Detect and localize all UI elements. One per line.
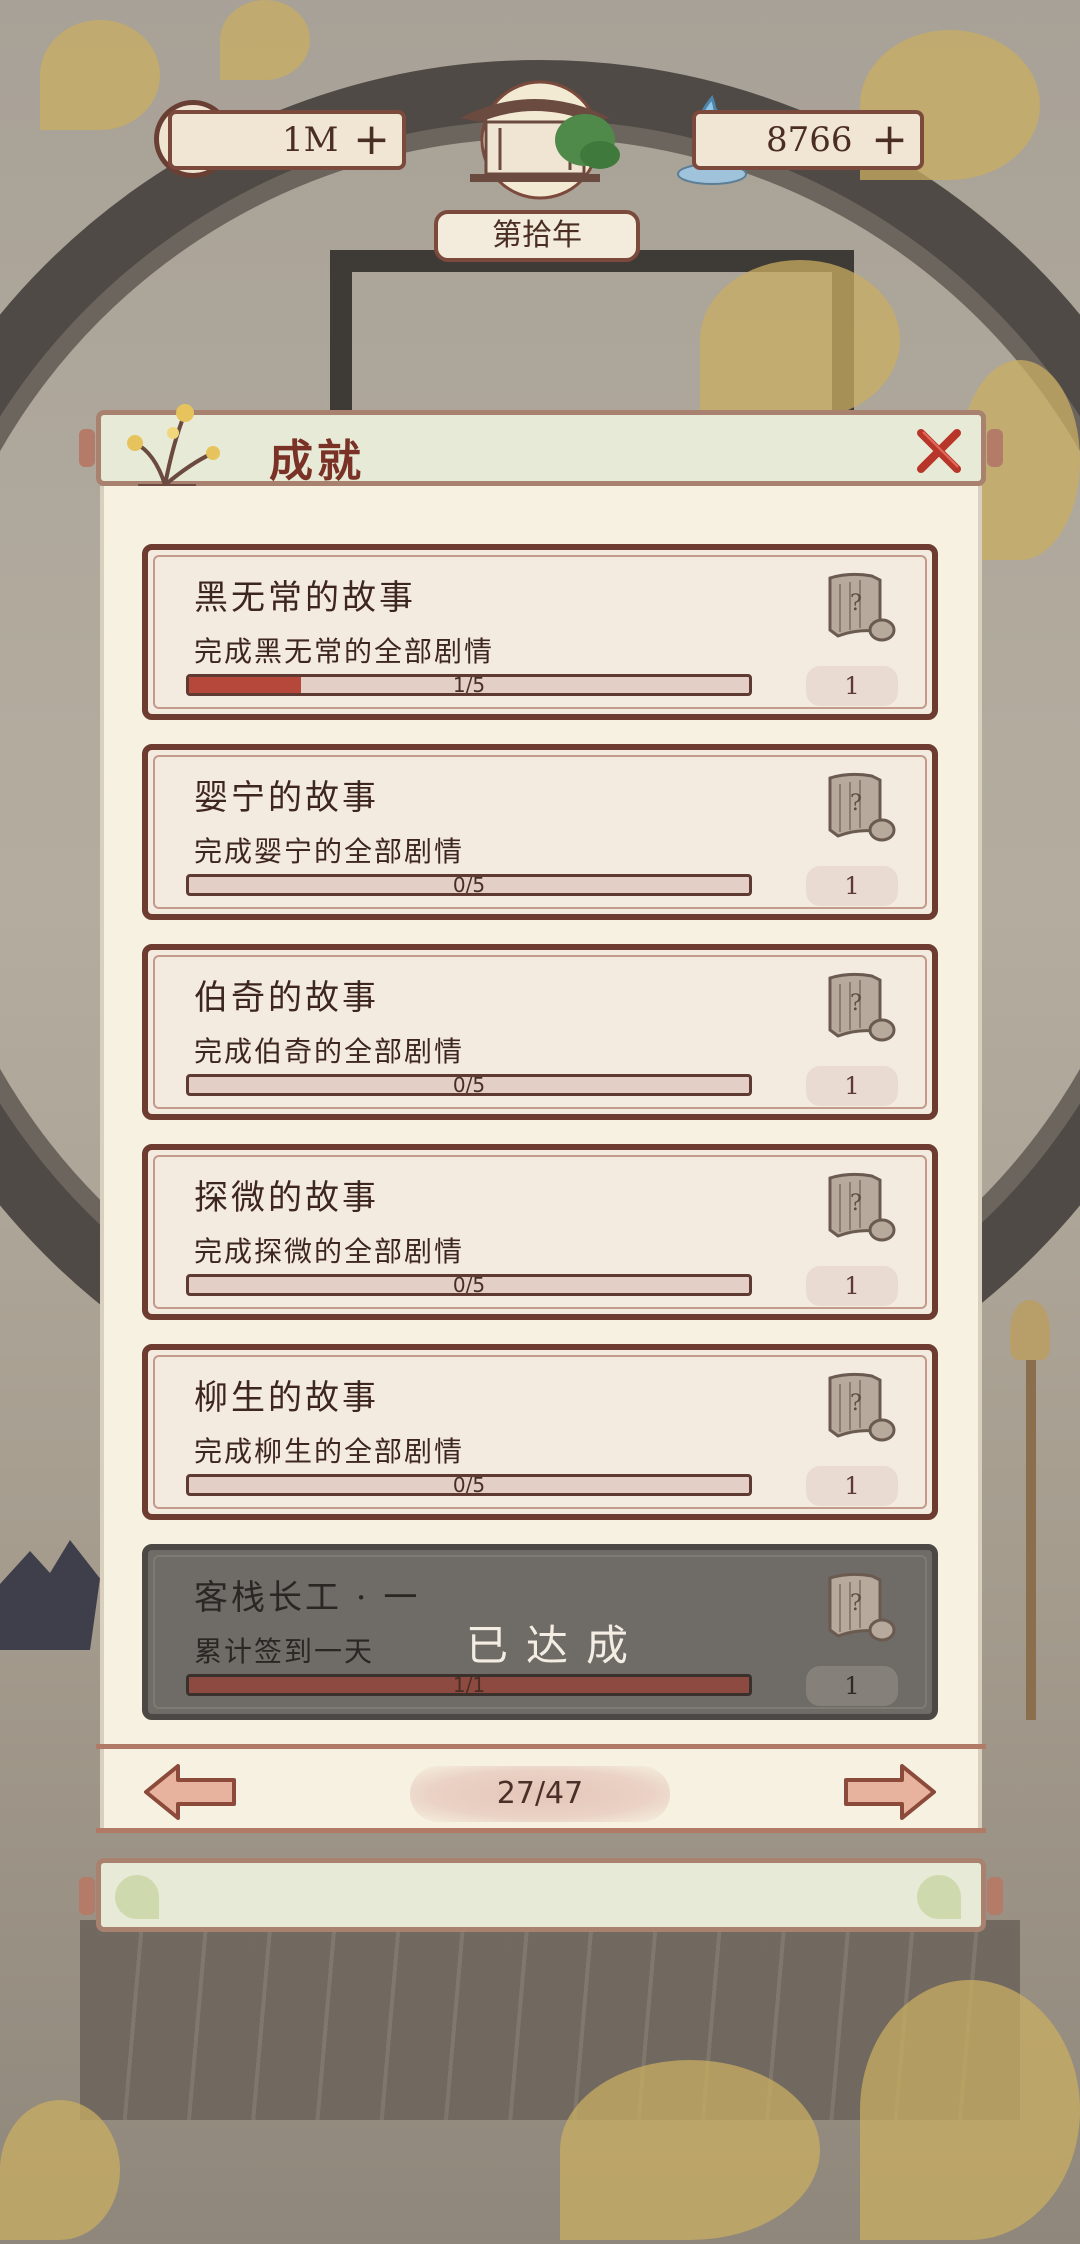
achievement-card[interactable]: 柳生的故事完成柳生的全部剧情 0/5? 1: [142, 1344, 938, 1520]
achievement-description: 完成伯奇的全部剧情: [194, 1035, 465, 1068]
panel-divider: [96, 1828, 986, 1833]
lotus-lamp-icon: [1010, 1300, 1050, 1360]
svg-text:?: ?: [850, 1191, 862, 1216]
achievement-progress-bar: 0/5: [186, 1274, 752, 1296]
reward-quantity: 1: [806, 1666, 898, 1706]
achievement-description: 完成探微的全部剧情: [194, 1235, 465, 1268]
achievement-card[interactable]: 探微的故事完成探微的全部剧情 0/5? 1: [142, 1144, 938, 1320]
reward-scroll-icon: ?: [820, 770, 900, 848]
reward-scroll-icon: ?: [820, 1370, 900, 1448]
achievement-progress-bar: 0/5: [186, 1474, 752, 1496]
year-badge: 第拾年: [434, 210, 640, 262]
ginkgo-leaf-icon: [115, 1875, 159, 1919]
achievement-progress-bar: 0/5: [186, 1074, 752, 1096]
ginkgo-leaf: [700, 260, 900, 420]
achievement-title: 婴宁的故事: [194, 778, 379, 818]
add-souls-button[interactable]: +: [871, 118, 908, 162]
completed-label: 已达成: [466, 1621, 647, 1670]
add-coins-button[interactable]: +: [353, 118, 390, 162]
achievement-title: 探微的故事: [194, 1178, 379, 1218]
ginkgo-leaf: [560, 2060, 820, 2240]
reward-quantity: 1: [806, 1466, 898, 1506]
achievement-card[interactable]: 客栈长工 · 一累计签到一天 1/1? 1 已达成: [142, 1544, 938, 1720]
coin-amount: 1M: [282, 120, 339, 160]
achievement-panel-header: 成就: [79, 404, 1003, 500]
soul-counter[interactable]: 8766 +: [692, 110, 924, 170]
progress-text: 0/5: [452, 1474, 486, 1496]
svg-text:?: ?: [850, 591, 862, 616]
progress-text: 0/5: [452, 1074, 486, 1096]
coin-counter[interactable]: 1M +: [168, 110, 406, 170]
next-page-arrow-icon[interactable]: [842, 1762, 938, 1822]
reward-scroll-icon: ?: [820, 570, 900, 648]
svg-text:?: ?: [850, 1591, 862, 1616]
reward-scroll-icon: ?: [820, 1170, 900, 1248]
achievement-title: 黑无常的故事: [194, 578, 416, 618]
achievement-title: 柳生的故事: [194, 1378, 379, 1418]
reward-scroll-icon: ?: [820, 970, 900, 1048]
close-icon[interactable]: [911, 423, 967, 479]
achievement-description: 累计签到一天: [194, 1635, 375, 1668]
progress-text: 1/5: [452, 674, 486, 696]
progress-text: 1/1: [452, 1674, 486, 1696]
reward-quantity: 1: [806, 866, 898, 906]
ginkgo-leaf: [220, 0, 310, 80]
pavilion-icon: [460, 80, 620, 200]
svg-text:?: ?: [850, 991, 862, 1016]
progress-text: 0/5: [452, 1274, 486, 1296]
achievement-progress-bar: 0/5: [186, 874, 752, 896]
panel-title: 成就: [269, 436, 365, 487]
svg-text:?: ?: [850, 791, 862, 816]
progress-text: 0/5: [452, 874, 486, 896]
prev-page-arrow-icon[interactable]: [142, 1762, 238, 1822]
soul-amount: 8766: [766, 120, 853, 160]
ginkgo-leaf: [0, 2100, 120, 2240]
achievement-card[interactable]: 黑无常的故事完成黑无常的全部剧情 1/5? 1: [142, 544, 938, 720]
page-indicator: 27/47: [410, 1766, 670, 1822]
ginkgo-leaf: [40, 20, 160, 130]
reward-quantity: 1: [806, 1066, 898, 1106]
achievement-title: 伯奇的故事: [194, 978, 379, 1018]
reward-quantity: 1: [806, 666, 898, 706]
reward-quantity: 1: [806, 1266, 898, 1306]
achievement-title: 客栈长工 · 一: [194, 1578, 421, 1618]
lamp-pole: [1026, 1360, 1036, 1720]
achievement-description: 完成黑无常的全部剧情: [194, 635, 495, 668]
ginkgo-leaf: [860, 1980, 1080, 2240]
achievement-progress-bar: 1/5: [186, 674, 752, 696]
achievement-card[interactable]: 婴宁的故事完成婴宁的全部剧情 0/5? 1: [142, 744, 938, 920]
achievement-card[interactable]: 伯奇的故事完成伯奇的全部剧情 0/5? 1: [142, 944, 938, 1120]
panel-divider: [96, 1744, 986, 1749]
achievement-panel-footer: [79, 1858, 1003, 1932]
reward-scroll-icon: ?: [820, 1570, 900, 1648]
achievement-progress-bar: 1/1: [186, 1674, 752, 1696]
svg-text:?: ?: [850, 1391, 862, 1416]
achievement-description: 完成柳生的全部剧情: [194, 1435, 465, 1468]
achievement-description: 完成婴宁的全部剧情: [194, 835, 465, 868]
ginkgo-leaf-icon: [917, 1875, 961, 1919]
